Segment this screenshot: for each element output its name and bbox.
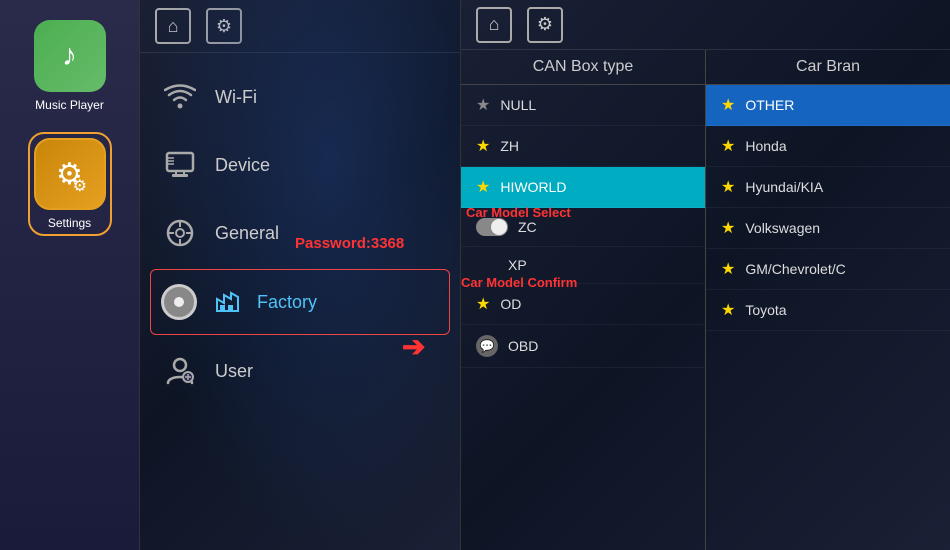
settings-icon-box: ⚙ ⚙ [34, 138, 106, 210]
can-box-item-od[interactable]: ★ OD [461, 284, 705, 325]
car-model-home-icon[interactable]: ⌂ [476, 7, 512, 43]
can-box-section: CAN Box type ★ NULL ★ ZH ★ HIWORLD ZC [461, 50, 706, 550]
zh-label: ZH [500, 138, 519, 154]
can-box-item-zh[interactable]: ★ ZH [461, 126, 705, 167]
other-label: OTHER [745, 97, 794, 113]
can-box-header: CAN Box type [461, 50, 705, 85]
hyundai-label: Hyundai/KIA [745, 179, 823, 195]
car-brand-header: Car Bran [706, 50, 950, 85]
car-brand-item-toyota[interactable]: ★ Toyota [706, 290, 950, 331]
factory-icon [207, 282, 247, 322]
car-model-top-bar: ⌂ ⚙ [461, 0, 950, 50]
obd-label: OBD [508, 338, 538, 354]
car-brand-section: Car Bran ★ OTHER ★ Honda ★ Hyundai/KIA ★… [706, 50, 950, 550]
device-icon [160, 145, 200, 185]
user-label: User [215, 361, 253, 382]
zc-label: ZC [518, 219, 537, 235]
od-label: OD [500, 296, 521, 312]
zh-star: ★ [476, 136, 490, 156]
car-brand-item-other[interactable]: ★ OTHER [706, 85, 950, 126]
factory-arrow-right: ➔ [402, 330, 425, 363]
factory-toggle [161, 284, 197, 320]
null-star: ★ [476, 95, 490, 115]
settings-gear-icon[interactable]: ⚙ [206, 8, 242, 44]
volkswagen-label: Volkswagen [745, 220, 820, 236]
settings-panel: ⌂ ⚙ Wi-Fi [140, 0, 460, 550]
toyota-label: Toyota [745, 302, 786, 318]
general-icon [160, 213, 200, 253]
music-player-icon-box: ♪ [34, 20, 106, 92]
menu-item-factory[interactable]: Factory [150, 269, 450, 335]
settings-icon[interactable]: ⚙ ⚙ Settings [28, 132, 112, 236]
gm-label: GM/Chevrolet/C [745, 261, 845, 277]
volkswagen-star: ★ [721, 218, 735, 238]
null-label: NULL [500, 97, 536, 113]
settings-top-bar: ⌂ ⚙ [140, 0, 460, 53]
car-brand-item-honda[interactable]: ★ Honda [706, 126, 950, 167]
music-player-label: Music Player [35, 98, 104, 112]
device-label: Device [215, 155, 270, 176]
menu-item-general[interactable]: General [140, 199, 460, 267]
car-model-panel: ⌂ ⚙ CAN Box type ★ NULL ★ ZH ★ HIWORLD [460, 0, 950, 550]
home-icon[interactable]: ⌂ [155, 8, 191, 44]
user-icon [160, 351, 200, 391]
hyundai-star: ★ [721, 177, 735, 197]
settings-label: Settings [48, 216, 91, 230]
honda-label: Honda [745, 138, 786, 154]
car-brand-item-volkswagen[interactable]: ★ Volkswagen [706, 208, 950, 249]
xp-label: XP [508, 257, 527, 273]
gm-star: ★ [721, 259, 735, 279]
wifi-label: Wi-Fi [215, 87, 257, 108]
general-label: General [215, 223, 279, 244]
car-brand-item-hyundai[interactable]: ★ Hyundai/KIA [706, 167, 950, 208]
menu-item-device[interactable]: Device [140, 131, 460, 199]
car-model-content: CAN Box type ★ NULL ★ ZH ★ HIWORLD ZC [461, 50, 950, 550]
obd-chat-icon: 💬 [476, 335, 498, 357]
factory-label: Factory [257, 292, 317, 313]
can-box-item-hiworld[interactable]: ★ HIWORLD [461, 167, 705, 208]
sidebar: ♪ Music Player ⚙ ⚙ Settings [0, 0, 140, 550]
od-star: ★ [476, 294, 490, 314]
car-model-confirm-label: Car Model Confirm [461, 275, 577, 290]
honda-star: ★ [721, 136, 735, 156]
menu-item-wifi[interactable]: Wi-Fi [140, 63, 460, 131]
car-model-gear-icon[interactable]: ⚙ [527, 7, 563, 43]
password-label: Password:3368 [295, 235, 404, 252]
zc-toggle[interactable] [476, 218, 508, 236]
can-box-item-obd[interactable]: 💬 OBD [461, 325, 705, 368]
toyota-star: ★ [721, 300, 735, 320]
can-box-item-null[interactable]: ★ NULL [461, 85, 705, 126]
hiworld-star: ★ [476, 177, 490, 197]
music-player-icon[interactable]: ♪ Music Player [34, 20, 106, 112]
car-model-select-label: Car Model Select [466, 205, 571, 220]
other-star: ★ [721, 95, 735, 115]
wifi-icon [160, 77, 200, 117]
hiworld-label: HIWORLD [500, 179, 566, 195]
car-brand-item-gm[interactable]: ★ GM/Chevrolet/C [706, 249, 950, 290]
